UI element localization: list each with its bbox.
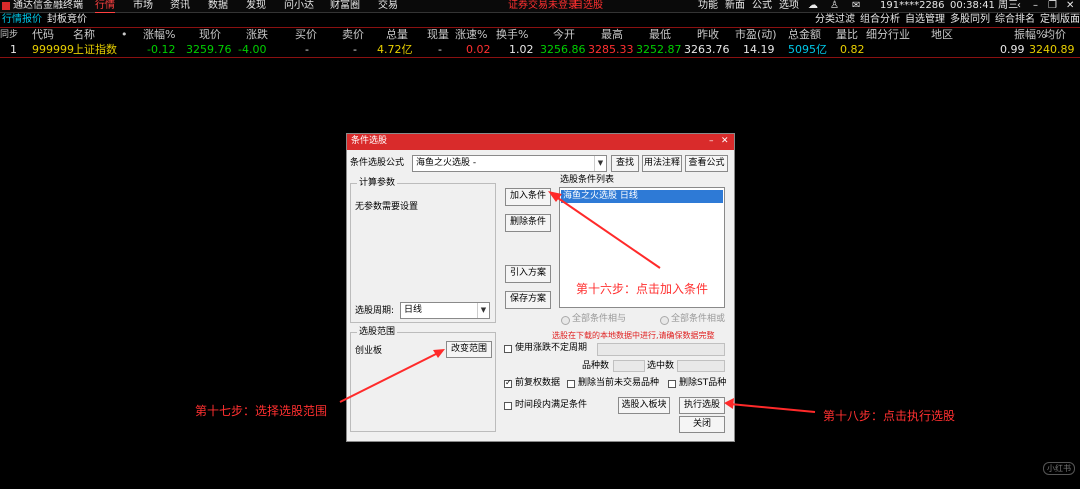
arrow-step17-line <box>339 352 439 403</box>
annotation-step18: 第十八步：点击执行选股 <box>823 409 956 423</box>
arrow-step18-head <box>724 398 734 409</box>
annotation-step17: 第十七步：选择选股范围 <box>195 404 328 418</box>
arrow-step18-line <box>729 403 816 413</box>
arrow-step16-line <box>554 195 661 269</box>
watermark: 小红书 <box>1043 462 1075 475</box>
annotation-step16: 第十六步：点击加入条件 <box>576 282 709 296</box>
